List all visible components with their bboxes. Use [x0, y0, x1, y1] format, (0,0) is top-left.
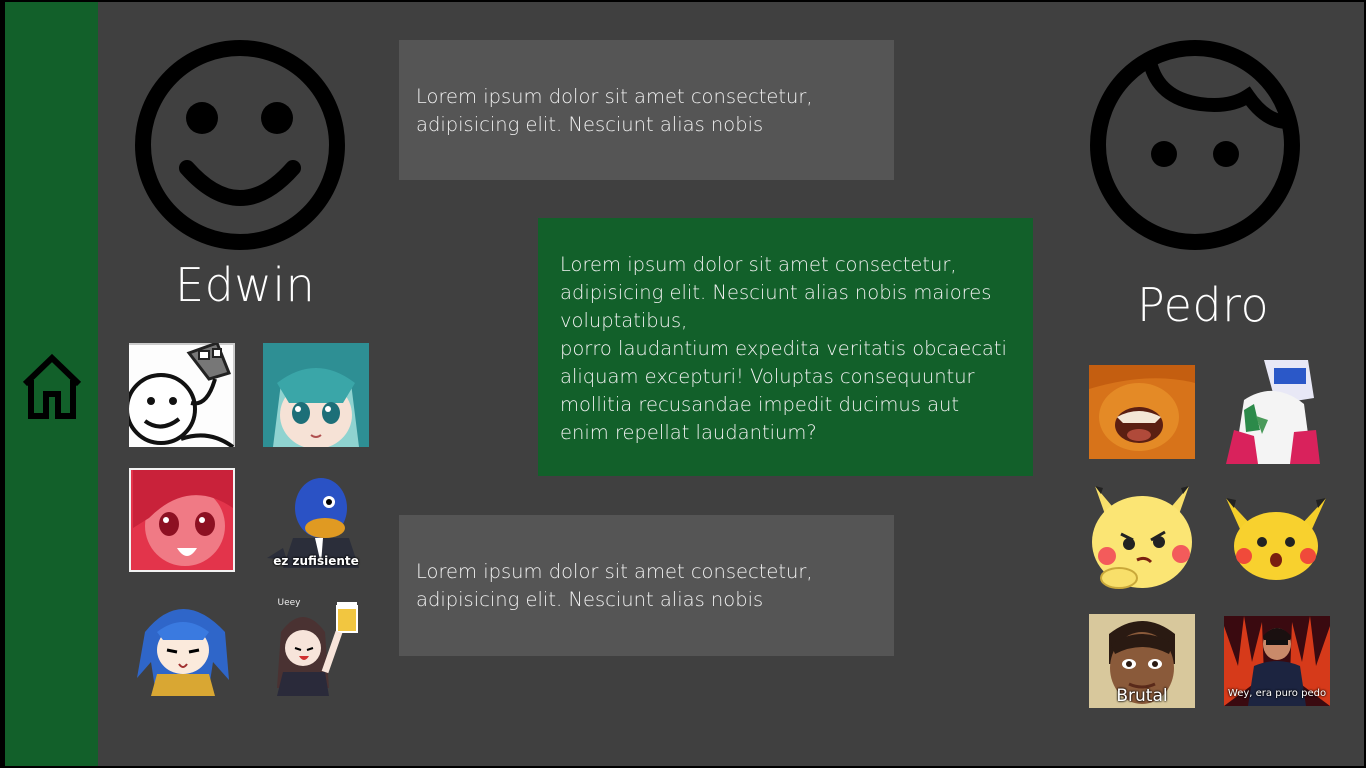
anime-detergent-sticker[interactable]	[1224, 360, 1322, 464]
meme-face-sticker[interactable]	[129, 343, 235, 447]
sticker-caption: Brutal	[1116, 686, 1168, 706]
anime-blue-hair-sticker[interactable]	[129, 592, 235, 696]
man-stage-sticker[interactable]: Wey, era puro pedo	[1224, 616, 1330, 706]
home-icon[interactable]	[21, 352, 83, 420]
sticker-caption: Wey, era puro pedo	[1227, 688, 1327, 699]
message-text: porro laudantium expedita veritatis obca…	[560, 337, 1007, 444]
pikachu-thinking-sticker[interactable]	[1089, 484, 1195, 590]
child-face-icon	[1088, 38, 1302, 252]
message-text: Lorem ipsum dolor sit amet consectetur, …	[416, 85, 813, 136]
blue-bird-sticker[interactable]: ez zufisiente	[263, 468, 369, 572]
right-user-name: Pedro	[1137, 278, 1270, 332]
message-text: Lorem ipsum dolor sit amet consectetur, …	[560, 253, 992, 332]
sticker-caption: ez zufisiente	[273, 554, 359, 568]
pikachu-surprised-sticker[interactable]	[1224, 494, 1328, 580]
message-bubble-left: Lorem ipsum dolor sit amet consectetur, …	[399, 40, 894, 180]
anime-beer-girl-sticker[interactable]: Ueey	[263, 592, 369, 696]
smiley-face-icon	[133, 38, 347, 252]
doll-face-sticker[interactable]: Brutal	[1089, 614, 1195, 708]
anime-red-girl-sticker[interactable]	[129, 468, 235, 572]
left-user-name: Edwin	[175, 258, 316, 312]
sidebar	[2, 2, 98, 766]
message-bubble-left: Lorem ipsum dolor sit amet consectetur, …	[399, 515, 894, 656]
message-text: Lorem ipsum dolor sit amet consectetur, …	[416, 560, 813, 611]
sticker-caption: Ueey	[277, 598, 301, 608]
message-bubble-right: Lorem ipsum dolor sit amet consectetur, …	[538, 218, 1033, 476]
anime-teal-girl-sticker[interactable]	[263, 343, 369, 447]
bee-face-sticker[interactable]	[1089, 365, 1195, 459]
